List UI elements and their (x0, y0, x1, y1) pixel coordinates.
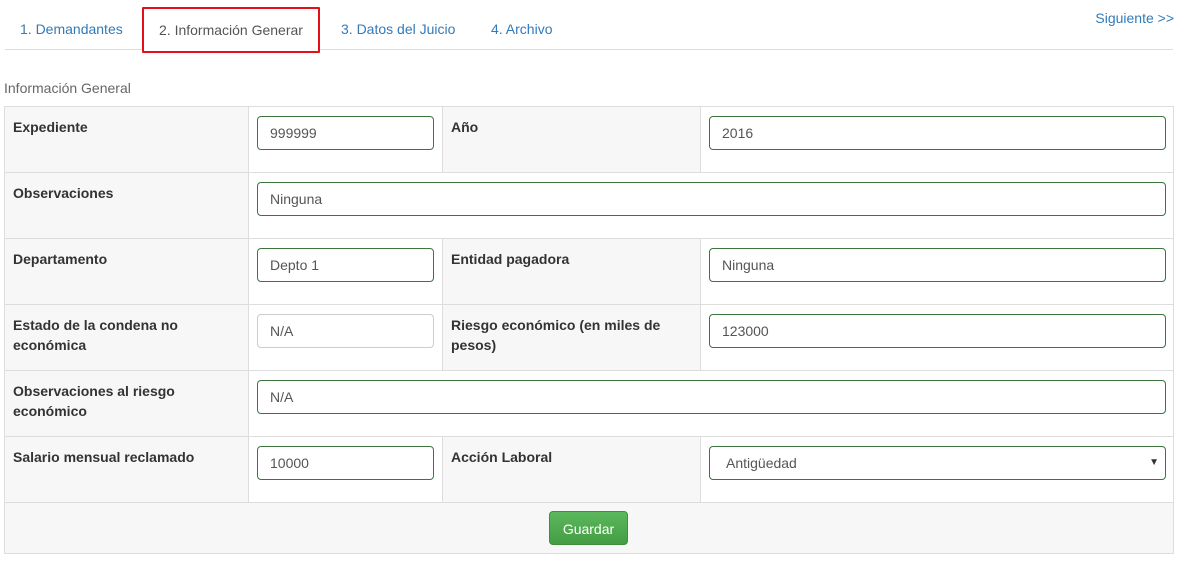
entidad-pagadora-input[interactable] (709, 248, 1166, 282)
salario-label: Salario mensual reclamado (13, 449, 195, 465)
departamento-label: Departamento (13, 251, 108, 267)
estado-condena-input[interactable] (257, 314, 434, 348)
accion-laboral-select[interactable]: Antigüedad ▼ (709, 446, 1166, 480)
obs-riesgo-input[interactable] (257, 380, 1166, 414)
estado-condena-label: Estado de la condena no económica (13, 317, 178, 353)
section-title: Información General (4, 80, 131, 96)
anio-label: Año (442, 107, 700, 172)
form-row: Departamento Entidad pagadora (5, 239, 1173, 305)
form-row: Observaciones al riesgo económico (5, 371, 1173, 437)
form-row: Estado de la condena no económica Riesgo… (5, 305, 1173, 371)
form-row: Observaciones (5, 173, 1173, 239)
accion-laboral-label: Acción Laboral (442, 437, 700, 502)
expediente-input[interactable] (257, 116, 434, 150)
riesgo-economico-label: Riesgo económico (en miles de pesos) (442, 305, 700, 370)
save-button[interactable]: Guardar (549, 511, 628, 545)
tab-demandantes[interactable]: 1. Demandantes (20, 0, 123, 50)
departamento-input[interactable] (257, 248, 434, 282)
tab-datos-juicio[interactable]: 3. Datos del Juicio (341, 0, 455, 50)
accion-laboral-value: Antigüedad (726, 455, 797, 471)
entidad-pagadora-label: Entidad pagadora (442, 239, 700, 304)
tab-informacion-general[interactable]: 2. Información Generar (142, 7, 320, 53)
tab-bar: 1. Demandantes 2. Información Generar 3.… (5, 0, 1173, 53)
observaciones-label: Observaciones (13, 185, 114, 201)
riesgo-economico-input[interactable] (709, 314, 1166, 348)
salario-input[interactable] (257, 446, 434, 480)
expediente-label: Expediente (13, 119, 88, 135)
form-row: Expediente Año (5, 107, 1173, 173)
chevron-down-icon: ▼ (1149, 457, 1159, 468)
anio-input[interactable] (709, 116, 1166, 150)
general-info-form: Expediente Año Observaciones Departament… (4, 106, 1174, 554)
form-footer: Guardar (5, 503, 1173, 555)
tab-archivo[interactable]: 4. Archivo (491, 0, 552, 50)
observaciones-input[interactable] (257, 182, 1166, 216)
next-link[interactable]: Siguiente >> (1095, 10, 1174, 26)
obs-riesgo-label: Observaciones al riesgo económico (13, 383, 175, 419)
form-row: Salario mensual reclamado Acción Laboral… (5, 437, 1173, 503)
